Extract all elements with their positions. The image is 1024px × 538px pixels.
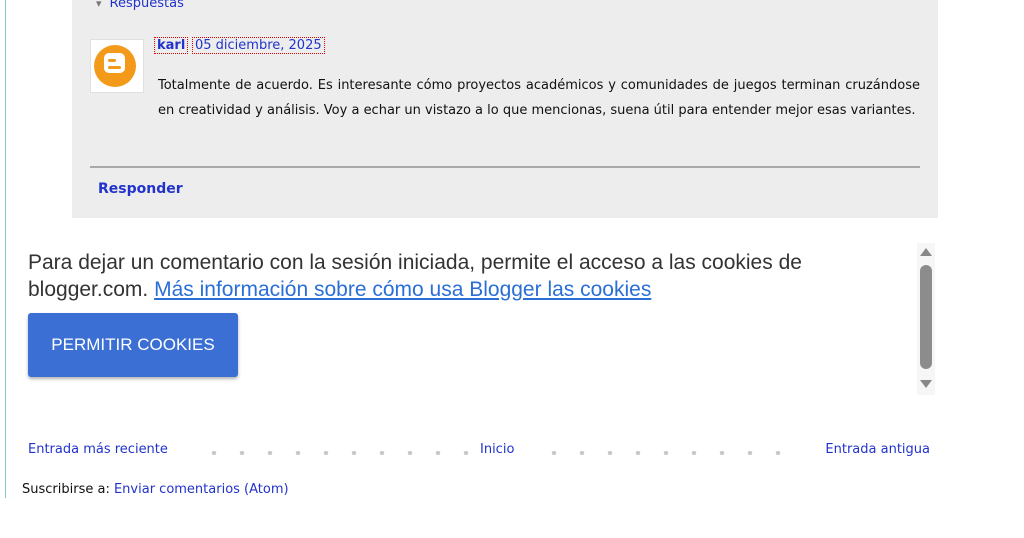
subscribe-line: Suscribirse a: Enviar comentarios (Atom) [22,482,289,497]
reply-link[interactable]: Responder [98,181,183,197]
replies-toggle-label: Respuestas [109,0,184,11]
divider [90,166,920,168]
pager-dots [200,451,472,455]
chevron-down-icon: ▾ [96,0,102,10]
pager-dots [540,451,802,455]
avatar[interactable] [90,39,144,93]
atom-feed-link[interactable]: Enviar comentarios (Atom) [114,482,289,497]
newer-post-link[interactable]: Entrada más reciente [28,442,168,457]
cookie-info-link[interactable]: Más información sobre cómo usa Blogger l… [154,278,651,301]
allow-cookies-button[interactable]: PERMITIR COOKIES [28,313,238,377]
scroll-up-icon[interactable] [920,248,932,256]
scrollbar[interactable] [917,243,935,395]
comment-date[interactable]: 05 diciembre, 2025 [192,37,325,54]
comment-author[interactable]: karl [153,37,189,54]
left-border [5,0,6,498]
older-post-link[interactable]: Entrada antigua [825,442,930,457]
scrollbar-thumb[interactable] [920,265,932,369]
subscribe-label: Suscribirse a: [22,482,110,497]
blog-pager: Entrada más reciente Inicio Entrada anti… [28,440,930,462]
home-link[interactable]: Inicio [480,442,514,457]
scroll-down-icon[interactable] [920,380,932,388]
cookie-notice: Para dejar un comentario con la sesión i… [28,249,898,303]
comment-body: Totalmente de acuerdo. Es interesante có… [158,78,920,118]
replies-toggle[interactable]: ▾ Respuestas [96,0,184,11]
